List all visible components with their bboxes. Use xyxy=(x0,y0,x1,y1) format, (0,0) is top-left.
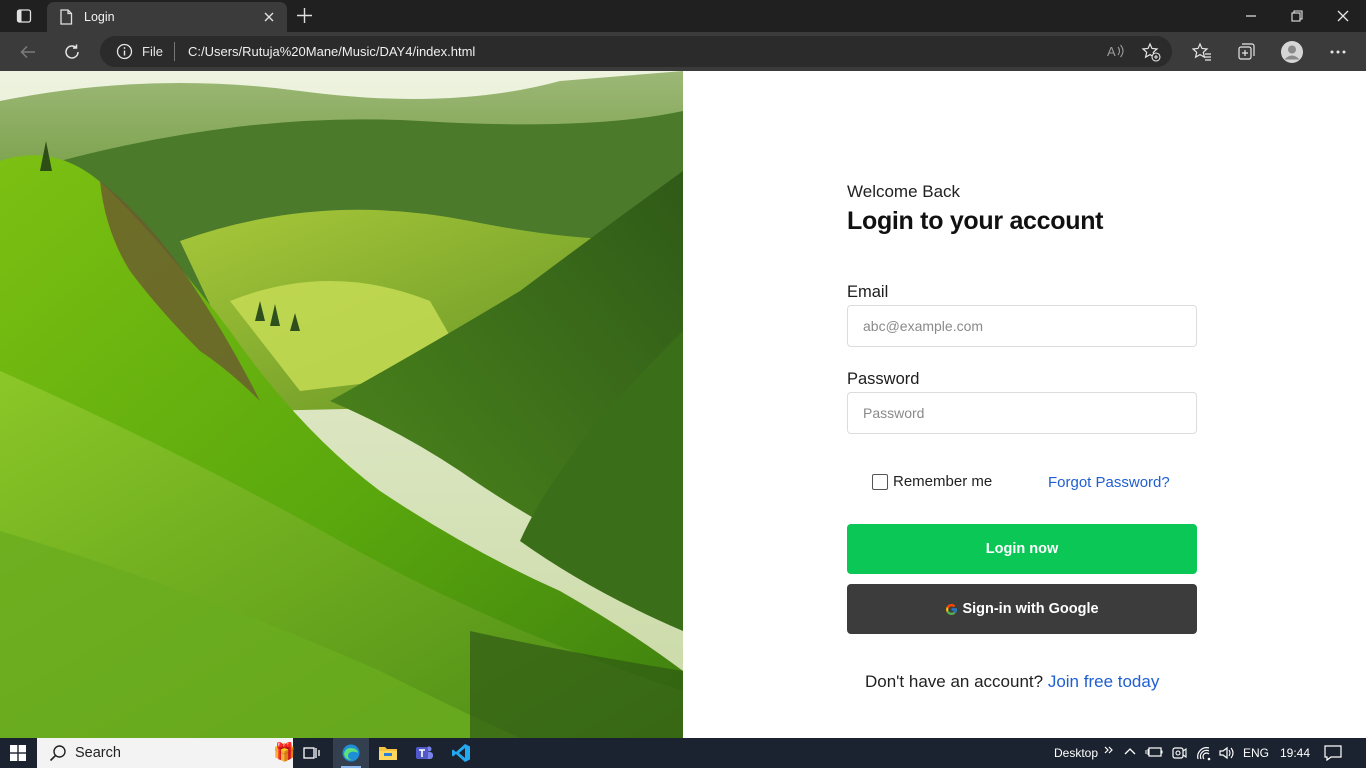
language-indicator[interactable]: ENG xyxy=(1243,746,1269,760)
favorites-icon[interactable] xyxy=(1190,40,1214,64)
signup-prompt: Don't have an account? xyxy=(865,672,1044,691)
browser-tab[interactable]: Login xyxy=(47,2,287,32)
browser-tab-bar: Login xyxy=(0,0,1366,32)
google-icon xyxy=(945,603,958,616)
gift-icon: 🎁 xyxy=(273,742,296,762)
page-content: Welcome Back Login to your account Email… xyxy=(0,71,1366,738)
taskbar: Search 🎁 Desktop ENG 19:44 xyxy=(0,738,1366,768)
svg-text:A: A xyxy=(1107,44,1116,59)
tab-title: Login xyxy=(84,10,115,24)
remember-label: Remember me xyxy=(893,473,993,490)
page-title: Login to your account xyxy=(847,207,1104,235)
page-icon xyxy=(59,9,73,30)
search-label: Search xyxy=(75,745,121,761)
email-label: Email xyxy=(847,283,889,301)
forgot-password-link[interactable]: Forgot Password? xyxy=(1048,474,1170,491)
browser-toolbar: File C:/Users/Rutuja%20Mane/Music/DAY4/i… xyxy=(0,32,1366,71)
google-button-label: Sign-in with Google xyxy=(962,601,1099,617)
desktop-toolbar-label[interactable]: Desktop xyxy=(1054,746,1098,760)
taskbar-search[interactable]: Search 🎁 xyxy=(37,738,296,768)
file-explorer-icon[interactable] xyxy=(370,738,406,768)
new-tab-icon[interactable] xyxy=(296,7,313,29)
teams-app-icon[interactable] xyxy=(406,738,442,768)
search-icon xyxy=(49,744,67,767)
login-button[interactable]: Login now xyxy=(847,524,1197,574)
chevron-up-icon[interactable] xyxy=(1123,745,1137,764)
battery-icon[interactable] xyxy=(1145,745,1163,764)
login-form: Welcome Back Login to your account Email… xyxy=(847,71,1197,738)
meet-now-icon[interactable] xyxy=(1171,745,1187,766)
wifi-icon[interactable] xyxy=(1195,745,1213,766)
welcome-text: Welcome Back xyxy=(847,182,961,201)
address-bar[interactable]: File C:/Users/Rutuja%20Mane/Music/DAY4/i… xyxy=(100,36,1172,67)
minimize-icon[interactable] xyxy=(1228,0,1274,32)
clock[interactable]: 19:44 xyxy=(1280,746,1310,760)
email-field[interactable] xyxy=(847,305,1197,347)
password-label: Password xyxy=(847,370,920,388)
collections-icon[interactable] xyxy=(1234,40,1258,64)
edge-app-icon[interactable] xyxy=(333,738,369,768)
google-signin-button[interactable]: Sign-in with Google xyxy=(847,584,1197,634)
refresh-icon[interactable] xyxy=(60,40,84,64)
read-aloud-icon[interactable]: A xyxy=(1106,42,1126,65)
join-free-link[interactable]: Join free today xyxy=(1048,672,1160,691)
add-favorite-icon[interactable] xyxy=(1141,42,1161,67)
more-menu-icon[interactable] xyxy=(1326,40,1350,64)
back-icon[interactable] xyxy=(16,40,40,64)
notifications-icon[interactable] xyxy=(1324,745,1342,766)
signup-row: Don't have an account? Join free today xyxy=(865,672,1159,692)
password-field[interactable] xyxy=(847,392,1197,434)
restore-icon[interactable] xyxy=(1274,0,1320,32)
vscode-app-icon[interactable] xyxy=(443,738,479,768)
landscape-image xyxy=(0,71,683,738)
chevron-right-icon[interactable] xyxy=(1104,742,1114,760)
task-view-icon[interactable] xyxy=(294,738,330,768)
close-window-icon[interactable] xyxy=(1320,0,1366,32)
windows-start-icon[interactable] xyxy=(0,738,36,768)
tab-actions-icon[interactable] xyxy=(8,4,40,28)
close-tab-icon[interactable] xyxy=(263,10,275,28)
address-scheme: File xyxy=(142,44,163,59)
volume-icon[interactable] xyxy=(1218,745,1236,766)
address-url[interactable]: C:/Users/Rutuja%20Mane/Music/DAY4/index.… xyxy=(188,44,475,59)
address-divider xyxy=(174,42,175,61)
profile-avatar-icon[interactable] xyxy=(1280,40,1304,64)
info-icon[interactable] xyxy=(116,43,133,65)
remember-me[interactable]: Remember me xyxy=(872,473,992,490)
remember-checkbox[interactable] xyxy=(872,473,888,490)
